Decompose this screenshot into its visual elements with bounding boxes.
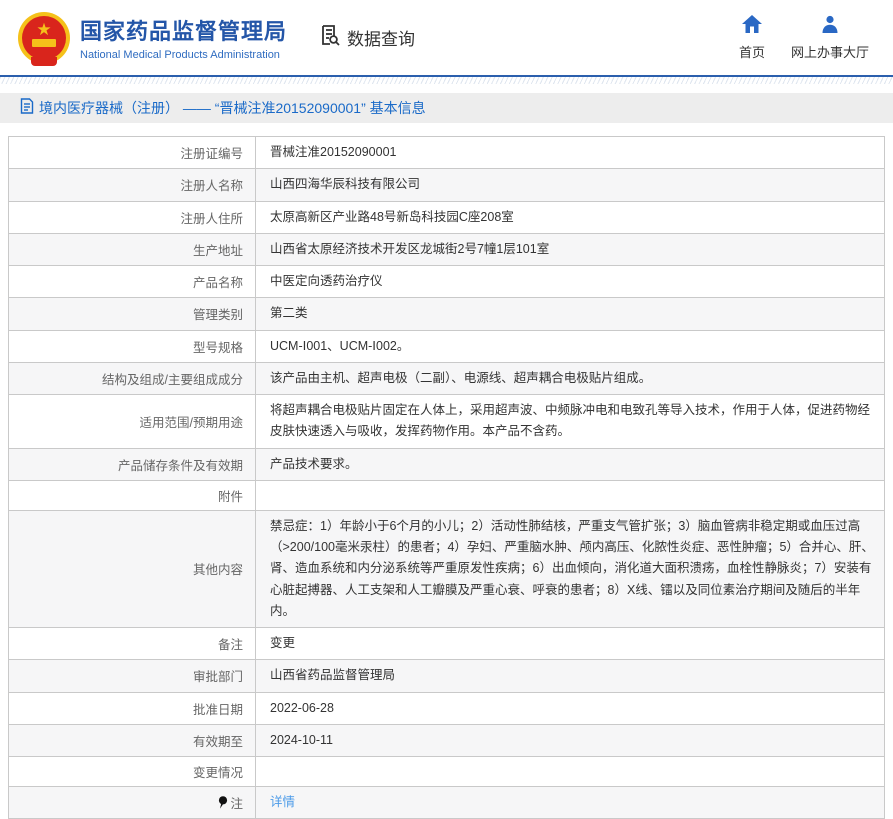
table-row: 型号规格 UCM-Ⅰ001、UCM-Ⅰ002。 — [9, 330, 885, 362]
document-icon — [20, 98, 34, 119]
document-search-icon — [317, 23, 341, 52]
row-label: 其他内容 — [9, 510, 256, 627]
table-row: 备注 变更 — [9, 628, 885, 660]
row-value: 山西省太原经济技术开发区龙城街2号7幢1层101室 — [256, 233, 885, 265]
row-label-text: 结构及组成/主要组成成分 — [102, 373, 243, 387]
national-emblem-icon: ★ — [18, 12, 70, 64]
row-value: 2022-06-28 — [256, 692, 885, 724]
row-label: 型号规格 — [9, 330, 256, 362]
row-label: 附件 — [9, 480, 256, 510]
row-value — [256, 480, 885, 510]
row-value: 山西四海华辰科技有限公司 — [256, 169, 885, 201]
row-label-text: 生产地址 — [193, 244, 243, 258]
table-row: 注册证编号 晋械注准20152090001 — [9, 137, 885, 169]
row-value: 2024-10-11 — [256, 724, 885, 756]
table-row: 产品储存条件及有效期 产品技术要求。 — [9, 448, 885, 480]
data-query-section[interactable]: 数据查询 — [317, 23, 415, 52]
row-label-text: 管理类别 — [193, 308, 243, 322]
table-row: 生产地址 山西省太原经济技术开发区龙城街2号7幢1层101室 — [9, 233, 885, 265]
row-label: 管理类别 — [9, 298, 256, 330]
table-row: 有效期至 2024-10-11 — [9, 724, 885, 756]
row-value: 变更 — [256, 628, 885, 660]
row-value: 禁忌症：1）年龄小于6个月的小儿；2）活动性肺结核，严重支气管扩张；3）脑血管病… — [256, 510, 885, 627]
row-value: UCM-Ⅰ001、UCM-Ⅰ002。 — [256, 330, 885, 362]
top-nav: 首页 网上办事大厅 — [739, 15, 869, 61]
row-value: 中医定向透药治疗仪 — [256, 266, 885, 298]
row-label-text: 注 — [230, 797, 243, 811]
table-row: 管理类别 第二类 — [9, 298, 885, 330]
row-label: 结构及组成/主要组成成分 — [9, 362, 256, 394]
row-label-text: 产品名称 — [193, 276, 243, 290]
row-label: 批准日期 — [9, 692, 256, 724]
row-label: 适用范围/预期用途 — [9, 395, 256, 449]
table-row: 注 详情 — [9, 787, 885, 819]
pin-icon — [218, 796, 228, 812]
org-title-en: National Medical Products Administration — [80, 49, 287, 61]
row-label: 生产地址 — [9, 233, 256, 265]
row-label: 产品名称 — [9, 266, 256, 298]
org-title-cn: 国家药品监督管理局 — [80, 14, 287, 46]
stripe-divider — [0, 77, 893, 84]
table-row: 结构及组成/主要组成成分 该产品由主机、超声电极（二副）、电源线、超声耦合电极贴… — [9, 362, 885, 394]
table-row: 适用范围/预期用途 将超声耦合电极贴片固定在人体上，采用超声波、中频脉冲电和电致… — [9, 395, 885, 449]
table-row: 注册人名称 山西四海华辰科技有限公司 — [9, 169, 885, 201]
table-row: 其他内容 禁忌症：1）年龄小于6个月的小儿；2）活动性肺结核，严重支气管扩张；3… — [9, 510, 885, 627]
detail-link[interactable]: 详情 — [270, 795, 295, 809]
row-label-text: 注册人住所 — [180, 212, 243, 226]
data-query-label: 数据查询 — [347, 25, 415, 50]
row-label-text: 适用范围/预期用途 — [140, 416, 243, 430]
nav-service-hall-label: 网上办事大厅 — [791, 42, 869, 61]
row-label-text: 注册证编号 — [180, 147, 243, 161]
row-label: 注册人名称 — [9, 169, 256, 201]
row-label: 注册证编号 — [9, 137, 256, 169]
row-label: 有效期至 — [9, 724, 256, 756]
row-label-text: 附件 — [218, 490, 243, 504]
row-value: 第二类 — [256, 298, 885, 330]
row-label-text: 有效期至 — [193, 735, 243, 749]
row-label-text: 型号规格 — [193, 341, 243, 355]
row-label-text: 审批部门 — [193, 670, 243, 684]
home-icon — [742, 15, 762, 38]
table-row: 附件 — [9, 480, 885, 510]
row-label: 审批部门 — [9, 660, 256, 692]
row-label-text: 注册人名称 — [180, 179, 243, 193]
row-label-text: 其他内容 — [193, 563, 243, 577]
table-row: 变更情况 — [9, 757, 885, 787]
row-label: 产品储存条件及有效期 — [9, 448, 256, 480]
nmpa-logo: ★ 国家药品监督管理局 National Medical Products Ad… — [18, 12, 287, 64]
row-label-text: 变更情况 — [193, 766, 243, 780]
row-value: 详情 — [256, 787, 885, 819]
row-label: 注 — [9, 787, 256, 819]
row-value — [256, 757, 885, 787]
nav-service-hall[interactable]: 网上办事大厅 — [791, 15, 869, 61]
nav-home[interactable]: 首页 — [739, 15, 765, 61]
row-value: 山西省药品监督管理局 — [256, 660, 885, 692]
row-label-text: 产品储存条件及有效期 — [118, 459, 243, 473]
breadcrumb-bar: 境内医疗器械（注册） —— “晋械注准20152090001” 基本信息 — [0, 93, 893, 123]
table-row: 注册人住所 太原高新区产业路48号新岛科技园C座208室 — [9, 201, 885, 233]
person-icon — [821, 15, 839, 38]
row-label: 备注 — [9, 628, 256, 660]
table-row: 产品名称 中医定向透药治疗仪 — [9, 266, 885, 298]
row-value: 产品技术要求。 — [256, 448, 885, 480]
table-row: 批准日期 2022-06-28 — [9, 692, 885, 724]
row-value: 将超声耦合电极贴片固定在人体上，采用超声波、中频脉冲电和电致孔等导入技术，作用于… — [256, 395, 885, 449]
registration-info-table: 注册证编号 晋械注准20152090001 注册人名称 山西四海华辰科技有限公司… — [8, 136, 885, 819]
row-label-text: 备注 — [218, 638, 243, 652]
row-value: 该产品由主机、超声电极（二副）、电源线、超声耦合电极贴片组成。 — [256, 362, 885, 394]
breadcrumb-title: 境内医疗器械（注册） —— “晋械注准20152090001” 基本信息 — [39, 98, 426, 118]
row-label: 注册人住所 — [9, 201, 256, 233]
row-value: 太原高新区产业路48号新岛科技园C座208室 — [256, 201, 885, 233]
table-row: 审批部门 山西省药品监督管理局 — [9, 660, 885, 692]
page-header: ★ 国家药品监督管理局 National Medical Products Ad… — [0, 0, 893, 75]
row-value: 晋械注准20152090001 — [256, 137, 885, 169]
row-label: 变更情况 — [9, 757, 256, 787]
row-label-text: 批准日期 — [193, 703, 243, 717]
nav-home-label: 首页 — [739, 42, 765, 61]
